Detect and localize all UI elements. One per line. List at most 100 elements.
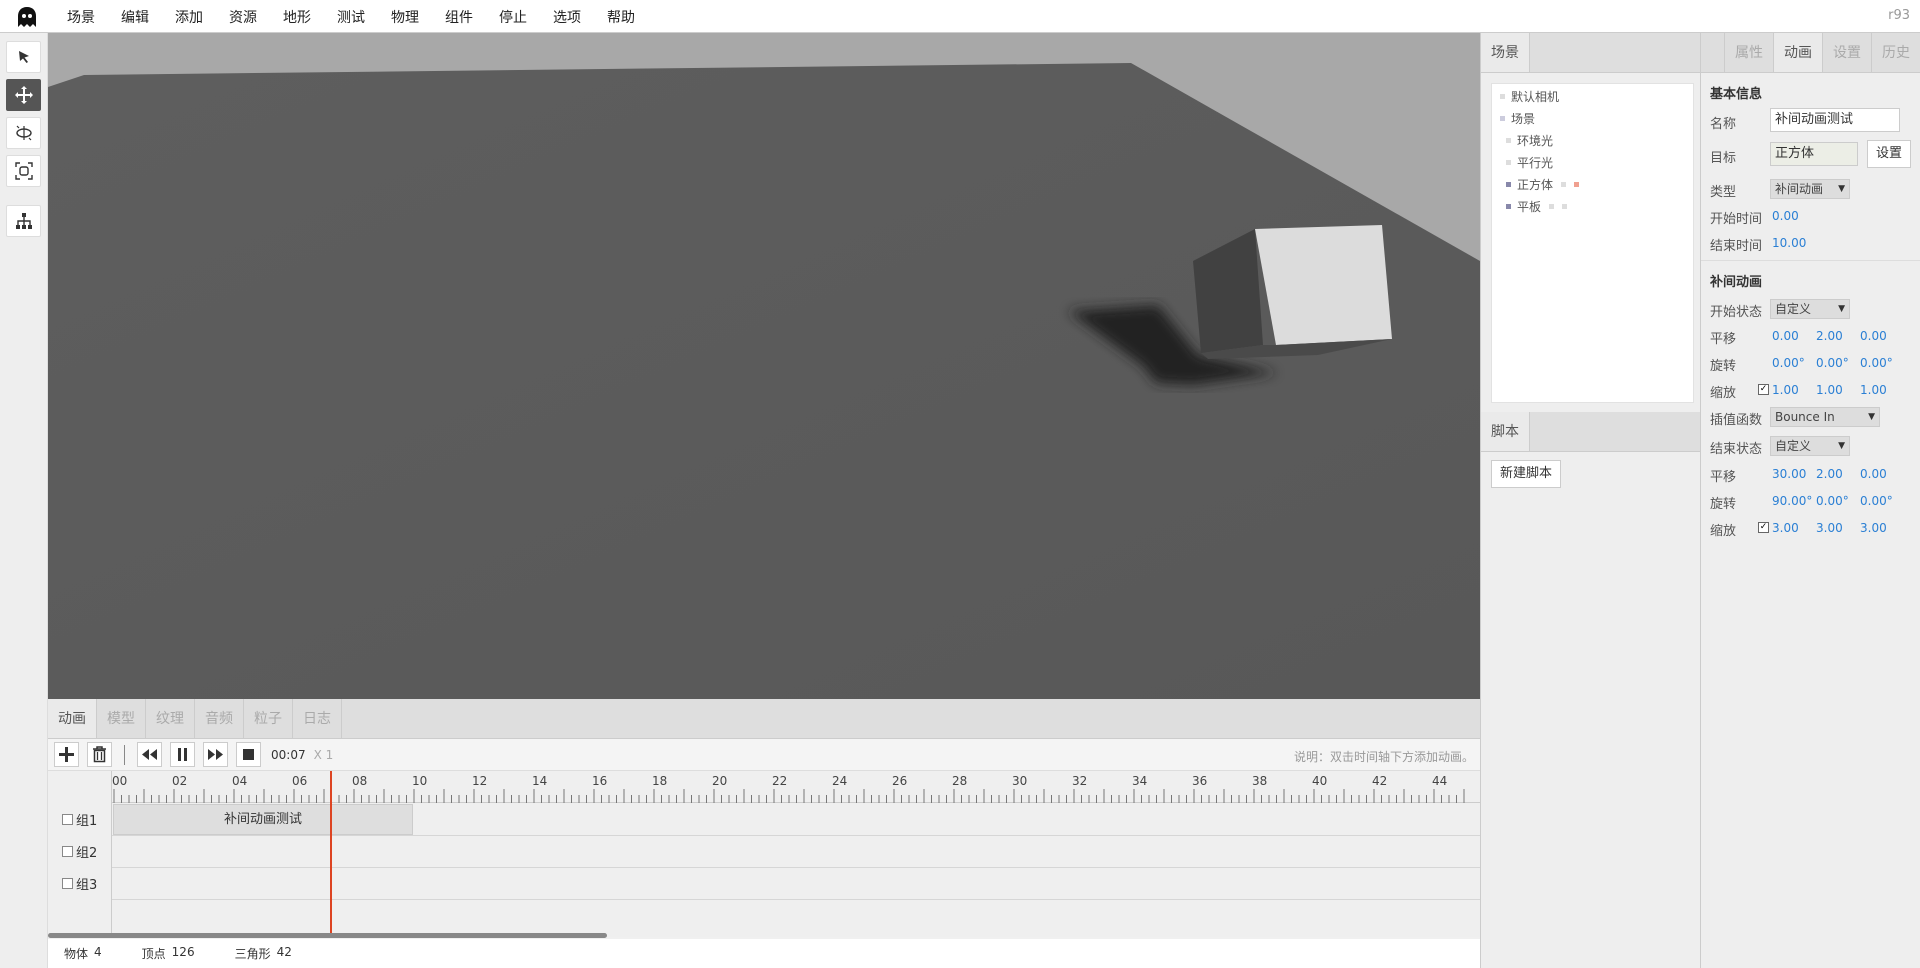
start-state-select[interactable]: 自定义 ▼ <box>1770 299 1850 319</box>
time-ruler[interactable]: 00 02 04 06 08 10 12 14 16 18 20 22 24 26 28 30 32 34 36 38… <box>112 771 1480 803</box>
select-tool-button[interactable] <box>6 41 41 73</box>
group-checkbox[interactable] <box>62 813 73 825</box>
menu-edit[interactable]: 编辑 <box>108 0 162 33</box>
outline-item-plane[interactable]: 平板 <box>1506 198 1568 215</box>
start-rotate-x[interactable]: 0.00° <box>1772 356 1805 370</box>
end-scale-lock-checkbox[interactable]: ✓ <box>1758 522 1769 533</box>
end-scale-x[interactable]: 3.00 <box>1772 521 1799 535</box>
menu-stop[interactable]: 停止 <box>486 0 540 33</box>
playhead[interactable] <box>330 771 332 937</box>
animation-toolbar: 00:07 X 1 <box>48 739 1480 771</box>
menu-terrain[interactable]: 地形 <box>270 0 324 33</box>
end-translate-x[interactable]: 30.00 <box>1772 467 1806 481</box>
fast-forward-button[interactable] <box>203 742 228 767</box>
menu-component[interactable]: 组件 <box>432 0 486 33</box>
animation-clip[interactable]: 补间动画测试 <box>113 804 413 835</box>
tab-log[interactable]: 日志 <box>293 699 342 738</box>
rotate-icon <box>15 125 32 141</box>
end-translate-y[interactable]: 2.00 <box>1816 467 1843 481</box>
name-input[interactable]: 补间动画测试 <box>1770 108 1900 132</box>
triangle-count: 三角形 42 <box>235 945 298 962</box>
new-script-button[interactable]: 新建脚本 <box>1491 460 1562 488</box>
menu-scene[interactable]: 场景 <box>54 0 108 33</box>
start-time-value[interactable]: 0.00 <box>1772 209 1799 223</box>
ease-select[interactable]: Bounce In ▼ <box>1770 407 1880 427</box>
group-checkbox[interactable] <box>62 877 73 889</box>
tab-history[interactable]: 历史 <box>1871 33 1920 72</box>
scale-tool-button[interactable] <box>6 155 41 187</box>
group-row-2[interactable]: 组2 <box>48 835 112 867</box>
plus-icon <box>59 747 74 762</box>
outline-item-directional-light[interactable]: 平行光 <box>1506 154 1553 171</box>
target-field: 正方体 <box>1770 142 1858 166</box>
outline-item-label: 平行光 <box>1517 156 1554 170</box>
start-scale-lock-checkbox[interactable]: ✓ <box>1758 384 1769 395</box>
group-checkbox[interactable] <box>62 845 73 857</box>
rewind-icon <box>142 749 157 760</box>
end-rotate-y[interactable]: 0.00° <box>1816 494 1849 508</box>
timeline-scrollbar[interactable] <box>48 933 607 938</box>
end-scale-y[interactable]: 3.00 <box>1816 521 1843 535</box>
tab-texture[interactable]: 纹理 <box>146 699 195 738</box>
start-translate-x[interactable]: 0.00 <box>1772 329 1799 343</box>
group-row-3[interactable]: 组3 <box>48 867 112 899</box>
timeline[interactable]: 组1 组2 组3 00 02 04 06 08 10 12 14 16 18 20 22 24 26 28 3… <box>48 771 1480 938</box>
tab-model[interactable]: 模型 <box>97 699 146 738</box>
start-rotate-z[interactable]: 0.00° <box>1860 356 1893 370</box>
group-column: 组1 组2 组3 <box>48 771 112 937</box>
ruler-label: 36 <box>1192 774 1207 788</box>
start-translate-y[interactable]: 2.00 <box>1816 329 1843 343</box>
menu-assets[interactable]: 资源 <box>216 0 270 33</box>
menu-options[interactable]: 选项 <box>540 0 594 33</box>
add-animation-button[interactable] <box>54 742 79 767</box>
start-rotate-y[interactable]: 0.00° <box>1816 356 1849 370</box>
pause-button[interactable] <box>170 742 195 767</box>
delete-animation-button[interactable] <box>87 742 112 767</box>
hierarchy-tool-button[interactable] <box>6 205 41 237</box>
ruler-label: 28 <box>952 774 967 788</box>
end-state-select[interactable]: 自定义 ▼ <box>1770 436 1850 456</box>
tab-animation[interactable]: 动画 <box>48 699 97 738</box>
tab-particle[interactable]: 粒子 <box>244 699 293 738</box>
trash-icon <box>93 746 106 763</box>
translate-tool-button[interactable] <box>6 79 41 111</box>
basic-info-title: 基本信息 <box>1710 87 1763 102</box>
start-scale-z[interactable]: 1.00 <box>1860 383 1887 397</box>
tween-title: 补间动画 <box>1710 275 1763 290</box>
tab-animation-props[interactable]: 动画 <box>1773 33 1822 72</box>
outline-item-camera[interactable]: 默认相机 <box>1500 88 1559 105</box>
current-time-label: 00:07 <box>271 747 306 762</box>
menubar: 场景 编辑 添加 资源 地形 测试 物理 组件 停止 选项 帮助 r93 <box>0 0 1920 33</box>
outline-item-scene[interactable]: 场景 <box>1500 110 1535 127</box>
menu-physics[interactable]: 物理 <box>378 0 432 33</box>
start-translate-z[interactable]: 0.00 <box>1860 329 1887 343</box>
triangle-count-value: 42 <box>276 945 292 959</box>
tab-properties[interactable]: 属性 <box>1724 33 1773 72</box>
end-scale-z[interactable]: 3.00 <box>1860 521 1887 535</box>
menu-add[interactable]: 添加 <box>162 0 216 33</box>
outline-item-cube[interactable]: 正方体 <box>1506 176 1580 193</box>
set-target-button[interactable]: 设置 <box>1867 140 1912 168</box>
tab-script[interactable]: 脚本 <box>1481 412 1530 451</box>
group-row-1[interactable]: 组1 <box>48 803 112 835</box>
menu-test[interactable]: 测试 <box>324 0 378 33</box>
tab-scene-outline[interactable]: 场景 <box>1481 33 1530 72</box>
tab-settings[interactable]: 设置 <box>1822 33 1871 72</box>
end-rotate-x[interactable]: 90.00° <box>1772 494 1812 508</box>
type-select[interactable]: 补间动画 ▼ <box>1770 179 1850 199</box>
outline-item-ambient-light[interactable]: 环境光 <box>1506 132 1553 149</box>
rotate-tool-button[interactable] <box>6 117 41 149</box>
scene-outline[interactable]: 默认相机 场景 环境光 平行光 正方体 平板 <box>1491 83 1694 403</box>
end-time-value[interactable]: 10.00 <box>1772 236 1806 250</box>
menu-help[interactable]: 帮助 <box>594 0 648 33</box>
scene-viewport[interactable] <box>48 33 1480 699</box>
rewind-button[interactable] <box>137 742 162 767</box>
end-translate-z[interactable]: 0.00 <box>1860 467 1887 481</box>
start-scale-x[interactable]: 1.00 <box>1772 383 1799 397</box>
stop-button[interactable] <box>236 742 261 767</box>
start-scale-y[interactable]: 1.00 <box>1816 383 1843 397</box>
ruler-label: 40 <box>1312 774 1327 788</box>
tab-audio[interactable]: 音频 <box>195 699 244 738</box>
end-rotate-z[interactable]: 0.00° <box>1860 494 1893 508</box>
target-label: 目标 <box>1710 151 1737 166</box>
